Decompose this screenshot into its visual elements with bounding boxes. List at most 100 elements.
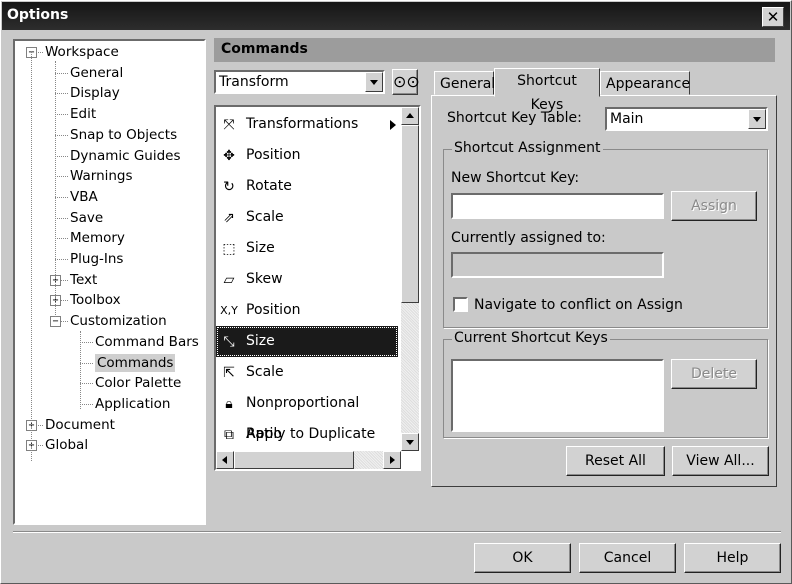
section-header: Commands — [214, 38, 775, 62]
assigned-to-label: Currently assigned to: — [451, 230, 606, 246]
command-item[interactable]: ⬚ Size — [216, 233, 398, 264]
command-item[interactable]: ⇗ Scale — [216, 202, 398, 233]
command-label: Rotate — [246, 178, 292, 194]
command-item[interactable]: ▱ Skew — [216, 264, 398, 295]
tree-item[interactable]: Snap to Objects — [70, 125, 177, 145]
ok-button[interactable]: OK — [474, 543, 571, 573]
assign-button[interactable]: Assign — [671, 191, 757, 221]
navigate-conflict-checkbox[interactable] — [453, 297, 468, 312]
tree-item[interactable]: General — [70, 63, 123, 83]
chevron-down-icon[interactable] — [748, 109, 766, 129]
move-icon: ✥ — [223, 148, 235, 164]
scroll-right-icon[interactable] — [383, 451, 401, 469]
vertical-scrollbar[interactable] — [401, 107, 419, 451]
tree-item-label: Document — [45, 416, 115, 433]
tree-connector — [55, 176, 68, 178]
horizontal-scrollbar[interactable] — [216, 451, 401, 469]
tree-item[interactable]: Customization — [70, 311, 167, 331]
close-icon[interactable]: ✕ — [762, 7, 784, 27]
tree-item[interactable]: Memory — [70, 228, 125, 248]
tree-item-label: Application — [95, 395, 171, 412]
delete-button[interactable]: Delete — [671, 359, 757, 389]
view-all-button[interactable]: View All... — [672, 446, 769, 476]
window-title: Options — [7, 7, 69, 23]
lock-ratio-icon: 🔒︎ — [225, 396, 233, 412]
tree-connector — [55, 259, 68, 260]
tree-item[interactable]: Dynamic Guides — [70, 146, 181, 166]
tab-shortcut-keys[interactable]: Shortcut Keys — [494, 68, 600, 113]
command-item[interactable]: 🔒︎ Nonproportional Ratio — [216, 388, 398, 442]
tree-connector — [55, 155, 68, 157]
command-label: Position — [246, 147, 301, 163]
tree-item[interactable]: Document — [45, 415, 115, 435]
tree-item[interactable]: Warnings — [70, 166, 133, 186]
tree-connector — [55, 114, 68, 116]
tree-item[interactable]: Command Bars — [95, 332, 199, 352]
command-item[interactable]: ✥ Position — [216, 140, 398, 171]
group-title: Current Shortcut Keys — [452, 330, 610, 346]
command-list[interactable]: ⤧ Transformations ✥ Position ↻ Rotate ⇗ Scale ⬚ S… — [214, 105, 421, 471]
tree-item[interactable]: VBA — [70, 187, 98, 207]
command-label: Size — [246, 333, 275, 349]
tree-connector — [80, 362, 93, 364]
shortcut-table-value: Main — [610, 111, 644, 127]
tree-connector — [80, 383, 93, 385]
tree-item-label: Commands — [95, 353, 176, 372]
tree-item-label: Command Bars — [95, 333, 199, 350]
shortcut-assignment-group: Shortcut Assignment New Shortcut Key: As… — [443, 140, 768, 328]
tree-guide — [55, 61, 56, 317]
tree-item-label: Color Palette — [95, 375, 182, 392]
help-button[interactable]: Help — [684, 543, 781, 573]
tree-item[interactable]: Commands — [95, 353, 176, 373]
cancel-button[interactable]: Cancel — [579, 543, 676, 573]
scroll-down-icon[interactable] — [401, 433, 419, 451]
find-button[interactable]: ⊙⊙ — [392, 69, 420, 95]
tree-item[interactable]: Color Palette — [95, 373, 181, 393]
tree-item-label: Save — [70, 209, 104, 226]
tree-item[interactable]: Edit — [70, 104, 96, 124]
tree-item[interactable]: Display — [70, 83, 120, 103]
collapse-icon[interactable]: − — [50, 316, 61, 328]
command-label: Transformations — [246, 116, 359, 132]
tree-item[interactable]: Global — [45, 435, 88, 455]
command-item[interactable]: ↻ Rotate — [216, 171, 398, 202]
tree-item[interactable]: Workspace — [45, 42, 119, 62]
command-item[interactable]: ⇱ Scale — [216, 357, 398, 388]
hscroll-thumb[interactable] — [234, 451, 354, 469]
tree-item-label: Workspace — [45, 44, 119, 60]
chevron-down-icon[interactable] — [365, 72, 383, 92]
navigate-conflict-label: Navigate to conflict on Assign — [474, 297, 683, 313]
tab-general[interactable]: General — [434, 71, 495, 95]
tree-item-label: Global — [45, 437, 89, 454]
command-label: Position — [246, 302, 301, 318]
tree-item[interactable]: Application — [95, 394, 170, 414]
scroll-left-icon[interactable] — [216, 451, 234, 469]
reset-all-button[interactable]: Reset All — [566, 446, 665, 476]
tree-item[interactable]: Toolbox — [70, 290, 121, 310]
tree-item[interactable]: Save — [70, 208, 103, 228]
options-tree[interactable]: Workspace − General Display Edit Snap to Obje… — [13, 39, 206, 525]
title-bar[interactable]: Options ✕ — [2, 2, 790, 30]
command-label: Scale — [246, 209, 284, 225]
command-item[interactable]: ⤧ Transformations — [216, 109, 398, 140]
tree-item[interactable]: Text — [70, 270, 97, 290]
command-item[interactable]: ⤡ Size — [216, 326, 398, 357]
command-item[interactable]: ⧉ Apply to Duplicate — [216, 419, 398, 450]
command-item[interactable]: X,Y Position — [216, 295, 398, 326]
tab-appearance[interactable]: Appearance — [600, 71, 690, 95]
tree-item-label: Snap to Objects — [70, 126, 178, 143]
shortcut-keys-panel: Shortcut Key Table: Main Shortcut Assign… — [431, 95, 777, 487]
options-dialog: Options ✕ Workspace − General Display Edit Sn… — [0, 0, 792, 584]
scroll-thumb[interactable] — [401, 125, 419, 303]
scroll-up-icon[interactable] — [401, 107, 419, 125]
current-shortcut-list[interactable] — [451, 359, 664, 432]
new-shortcut-input[interactable] — [451, 193, 664, 219]
category-combo[interactable]: Transform — [214, 70, 385, 94]
category-combo-value: Transform — [219, 74, 289, 90]
tree-item-label: Edit — [70, 106, 97, 123]
tree-connector — [55, 134, 68, 136]
tree-connector — [55, 196, 68, 198]
shortcut-table-combo[interactable]: Main — [605, 107, 768, 131]
tree-connector — [55, 93, 68, 95]
tree-item[interactable]: Plug-Ins — [70, 249, 123, 269]
